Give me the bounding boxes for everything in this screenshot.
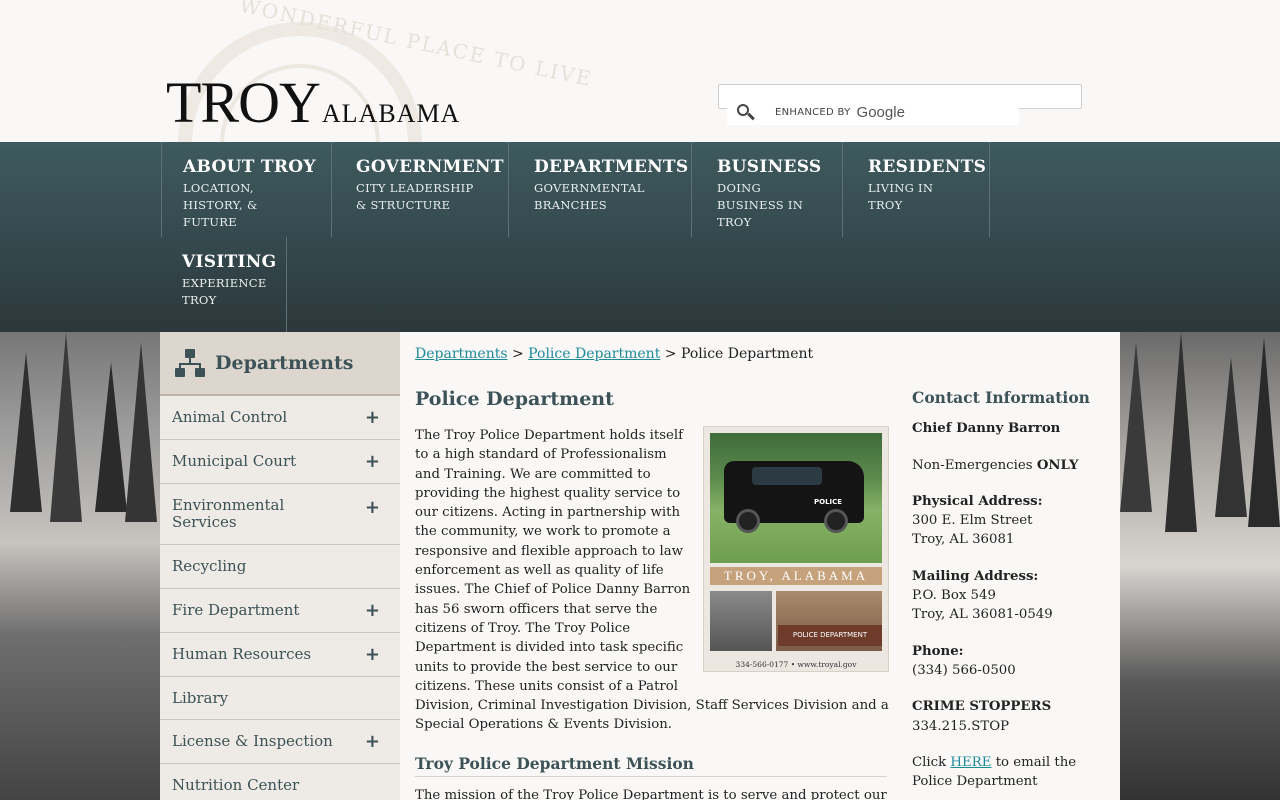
nav-title: ABOUT TROY — [183, 157, 316, 177]
email-line: Click HERE to email the Police Departmen… — [912, 754, 1077, 790]
nav-item-visiting[interactable]: VISITING EXPERIENCE TROY — [161, 237, 287, 332]
logo-alabama: ALABAMA — [321, 99, 461, 128]
nav-subtitle: CITY LEADERSHIP & STRUCTURE — [356, 181, 474, 212]
phone-info: Phone: (334) 566-0500 — [912, 643, 1016, 678]
nav-title: VISITING — [182, 252, 277, 272]
nav-item-departments[interactable]: DEPARTMENTS GOVERNMENTAL BRANCHES — [509, 142, 692, 237]
breadcrumb-current: Police Department — [680, 346, 814, 362]
page-title: Police Department — [415, 388, 614, 410]
crime-stoppers: CRIME STOPPERS 334.215.STOP — [912, 699, 1052, 734]
sidebar-item-human-resources[interactable]: Human Resources + — [160, 633, 400, 677]
nav-item-business[interactable]: BUSINESS DOING BUSINESS IN TROY — [692, 142, 843, 237]
sitemap-icon — [175, 348, 205, 378]
sidebar: Departments Animal Control + Municipal C… — [160, 332, 400, 800]
nav-item-government[interactable]: GOVERNMENT CITY LEADERSHIP & STRUCTURE — [332, 142, 509, 237]
main-content: Departments > Police Department > Police… — [400, 332, 1120, 800]
search-icon[interactable] — [737, 103, 755, 122]
intro-text-block: POLICE TROY, ALABAMA POLICE DEPARTMENT 3… — [415, 426, 889, 735]
logo-troy: TROY — [166, 70, 321, 135]
nav-item-about-troy[interactable]: ABOUT TROY LOCATION, HISTORY, & FUTURE — [161, 142, 332, 237]
breadcrumb-link-police-department[interactable]: Police Department — [528, 346, 660, 362]
nav-subtitle: EXPERIENCE TROY — [182, 276, 267, 307]
troy-logo[interactable]: TROY ALABAMA — [166, 74, 460, 132]
main-navigation: ABOUT TROY LOCATION, HISTORY, & FUTURE G… — [0, 142, 1280, 332]
nav-item-residents[interactable]: RESIDENTS LIVING IN TROY — [843, 142, 990, 237]
enhanced-by-label: ENHANCED BY — [775, 107, 851, 118]
expand-icon[interactable]: + — [365, 497, 380, 518]
sidebar-item-nutrition-center[interactable]: Nutrition Center — [160, 764, 400, 800]
mission-text: The mission of the Troy Police Departmen… — [415, 788, 887, 800]
mission-heading: Troy Police Department Mission — [415, 754, 887, 777]
contact-title: Contact Information — [912, 388, 1090, 407]
sidebar-title: Departments — [215, 352, 354, 374]
nav-subtitle: LIVING IN TROY — [868, 181, 934, 212]
nav-title: BUSINESS — [717, 157, 822, 177]
breadcrumb-link-departments[interactable]: Departments — [415, 346, 508, 362]
photo-banner: TROY, ALABAMA — [710, 567, 882, 585]
nav-title: RESIDENTS — [868, 157, 987, 177]
nav-title: GOVERNMENT — [356, 157, 504, 177]
background-forest-right — [1120, 332, 1280, 800]
expand-icon[interactable]: + — [365, 644, 380, 665]
sidebar-item-label: License & Inspection — [172, 732, 333, 750]
expand-icon[interactable]: + — [365, 407, 380, 428]
sidebar-item-recycling[interactable]: Recycling — [160, 545, 400, 589]
sidebar-item-library[interactable]: Library — [160, 677, 400, 720]
expand-icon[interactable]: + — [365, 731, 380, 752]
google-label: Google — [856, 104, 905, 121]
nav-subtitle: LOCATION, HISTORY, & FUTURE — [183, 181, 258, 229]
sidebar-item-municipal-court[interactable]: Municipal Court + — [160, 440, 400, 484]
sidebar-item-label: Library — [172, 688, 229, 707]
sidebar-item-label: Fire Department — [172, 601, 300, 619]
police-vehicle-photo: POLICE TROY, ALABAMA POLICE DEPARTMENT 3… — [703, 426, 889, 672]
contact-information: Contact Information Chief Danny Barron N… — [912, 388, 1112, 800]
police-sign-image — [710, 591, 772, 651]
email-here-link[interactable]: HERE — [950, 755, 991, 770]
mailing-address: Mailing Address: P.O. Box 549 Troy, AL 3… — [912, 568, 1053, 623]
site-header: WONDERFUL PLACE TO LIVE TROY ALABAMA ENH… — [0, 0, 1280, 142]
nav-subtitle: GOVERNMENTAL BRANCHES — [534, 181, 645, 212]
breadcrumb: Departments > Police Department > Police… — [415, 346, 814, 362]
sidebar-item-label: Animal Control — [172, 408, 288, 426]
nav-title: DEPARTMENTS — [534, 157, 689, 177]
sidebar-item-label: Nutrition Center — [172, 776, 300, 794]
sidebar-item-license-inspection[interactable]: License & Inspection + — [160, 720, 400, 764]
search-input[interactable]: ENHANCED BY Google — [727, 100, 1019, 125]
expand-icon[interactable]: + — [365, 600, 380, 621]
phone-number: (334) 566-0500 — [912, 662, 1016, 678]
photo-footer: 334-566-0177 • www.troyal.gov — [735, 660, 857, 669]
nav-subtitle: DOING BUSINESS IN TROY — [717, 181, 804, 229]
background-forest-left — [0, 332, 160, 800]
expand-icon[interactable]: + — [365, 451, 380, 472]
sidebar-item-label: Environmental Services — [172, 496, 285, 531]
non-emergency-line: Non-Emergencies ONLY — [912, 457, 1079, 473]
sidebar-item-label: Human Resources — [172, 645, 312, 663]
sidebar-item-label: Municipal Court — [172, 452, 297, 470]
sidebar-item-animal-control[interactable]: Animal Control + — [160, 396, 400, 440]
sidebar-item-fire-department[interactable]: Fire Department + — [160, 589, 400, 633]
sidebar-item-environmental-services[interactable]: Environmental Services + — [160, 484, 400, 545]
sidebar-item-label: Recycling — [172, 557, 247, 575]
physical-address: Physical Address: 300 E. Elm Street Troy… — [912, 493, 1043, 548]
chief-name: Chief Danny Barron — [912, 421, 1061, 437]
sidebar-header: Departments — [160, 332, 400, 396]
